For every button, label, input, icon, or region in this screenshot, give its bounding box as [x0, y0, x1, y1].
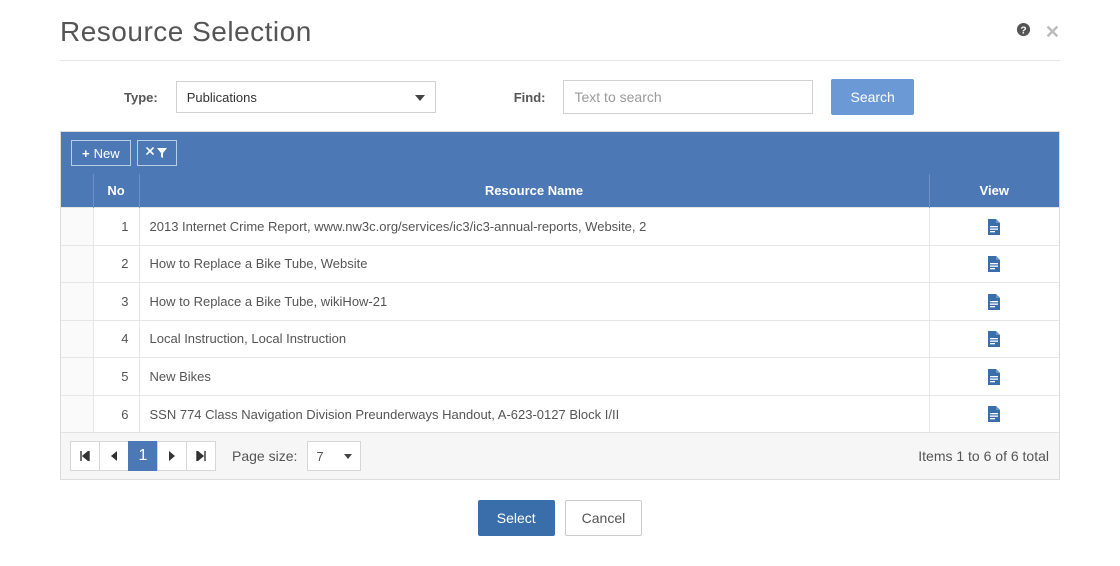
- table-row[interactable]: 5New Bikes: [61, 358, 1059, 396]
- chevron-down-icon: [344, 454, 352, 459]
- table-row[interactable]: 2How to Replace a Bike Tube, Website: [61, 245, 1059, 283]
- row-select-cell[interactable]: [61, 208, 93, 246]
- pager-summary: Items 1 to 6 of 6 total: [918, 448, 1049, 464]
- document-icon: [987, 331, 1001, 347]
- row-view-cell: [929, 283, 1059, 321]
- svg-text:?: ?: [1020, 25, 1026, 36]
- document-icon: [987, 256, 1001, 272]
- row-select-cell[interactable]: [61, 395, 93, 432]
- cancel-button[interactable]: Cancel: [565, 500, 643, 536]
- document-icon: [987, 219, 1001, 235]
- new-button-label: New: [94, 146, 120, 161]
- row-view-cell: [929, 208, 1059, 246]
- view-link[interactable]: [987, 368, 1001, 383]
- search-button[interactable]: Search: [831, 79, 913, 115]
- row-select-cell[interactable]: [61, 283, 93, 321]
- pager: 1: [71, 441, 216, 471]
- table-row[interactable]: 6SSN 774 Class Navigation Division Preun…: [61, 395, 1059, 432]
- page-title: Resource Selection: [60, 16, 312, 48]
- results-table: No Resource Name View 12013 Internet Cri…: [61, 174, 1059, 432]
- divider: [60, 60, 1060, 61]
- document-icon: [987, 406, 1001, 422]
- view-link[interactable]: [987, 293, 1001, 308]
- row-view-cell: [929, 245, 1059, 283]
- row-name-cell: Local Instruction, Local Instruction: [139, 320, 929, 358]
- col-no[interactable]: No: [93, 174, 139, 208]
- view-link[interactable]: [987, 406, 1001, 421]
- row-select-cell[interactable]: [61, 358, 93, 396]
- find-label: Find:: [514, 90, 546, 105]
- pager-last-button[interactable]: [186, 441, 216, 471]
- document-icon: [987, 369, 1001, 385]
- pager-row: 1 Page size: 7 Items 1 to 6 of 6: [61, 432, 1059, 479]
- dialog-footer: Select Cancel: [60, 500, 1060, 536]
- table-row[interactable]: 12013 Internet Crime Report, www.nw3c.or…: [61, 208, 1059, 246]
- pager-page-1-button[interactable]: 1: [128, 441, 158, 471]
- row-name-cell: 2013 Internet Crime Report, www.nw3c.org…: [139, 208, 929, 246]
- type-label: Type:: [124, 90, 158, 105]
- row-select-cell[interactable]: [61, 320, 93, 358]
- chevron-down-icon: [415, 95, 425, 101]
- row-name-cell: New Bikes: [139, 358, 929, 396]
- page-size-select[interactable]: 7: [307, 441, 361, 471]
- row-no-cell: 4: [93, 320, 139, 358]
- row-select-cell[interactable]: [61, 245, 93, 283]
- row-view-cell: [929, 320, 1059, 358]
- clear-filter-button[interactable]: [137, 140, 177, 166]
- first-icon: [80, 451, 90, 461]
- row-no-cell: 3: [93, 283, 139, 321]
- pager-next-button[interactable]: [157, 441, 187, 471]
- row-view-cell: [929, 395, 1059, 432]
- row-name-cell: SSN 774 Class Navigation Division Preund…: [139, 395, 929, 432]
- plus-icon: +: [82, 146, 90, 161]
- type-select[interactable]: Publications: [176, 81, 436, 113]
- col-view: View: [929, 174, 1059, 208]
- view-link[interactable]: [987, 256, 1001, 271]
- pager-prev-button[interactable]: [99, 441, 129, 471]
- col-select: [61, 174, 93, 208]
- new-button[interactable]: + New: [71, 140, 131, 166]
- close-icon[interactable]: ✕: [1045, 22, 1060, 43]
- row-name-cell: How to Replace a Bike Tube, Website: [139, 245, 929, 283]
- view-link[interactable]: [987, 331, 1001, 346]
- table-row[interactable]: 4Local Instruction, Local Instruction: [61, 320, 1059, 358]
- col-name[interactable]: Resource Name: [139, 174, 929, 208]
- next-icon: [168, 451, 176, 461]
- page-size-value: 7: [316, 449, 323, 464]
- row-no-cell: 6: [93, 395, 139, 432]
- clear-filter-icon: [146, 147, 168, 159]
- type-select-value: Publications: [187, 90, 257, 105]
- document-icon: [987, 294, 1001, 310]
- row-no-cell: 5: [93, 358, 139, 396]
- results-toolbar: + New: [61, 132, 1059, 174]
- row-name-cell: How to Replace a Bike Tube, wikiHow-21: [139, 283, 929, 321]
- view-link[interactable]: [987, 218, 1001, 233]
- results-panel: + New No Resource Name: [60, 131, 1060, 480]
- pager-first-button[interactable]: [70, 441, 100, 471]
- search-input[interactable]: [563, 80, 813, 114]
- filter-bar: Type: Publications Find: Search: [60, 79, 1060, 131]
- select-button[interactable]: Select: [478, 500, 555, 536]
- page-size-label: Page size:: [232, 448, 297, 464]
- row-no-cell: 2: [93, 245, 139, 283]
- help-icon[interactable]: ?: [1016, 22, 1031, 42]
- table-row[interactable]: 3How to Replace a Bike Tube, wikiHow-21: [61, 283, 1059, 321]
- last-icon: [196, 451, 206, 461]
- row-view-cell: [929, 358, 1059, 396]
- prev-icon: [110, 451, 118, 461]
- row-no-cell: 1: [93, 208, 139, 246]
